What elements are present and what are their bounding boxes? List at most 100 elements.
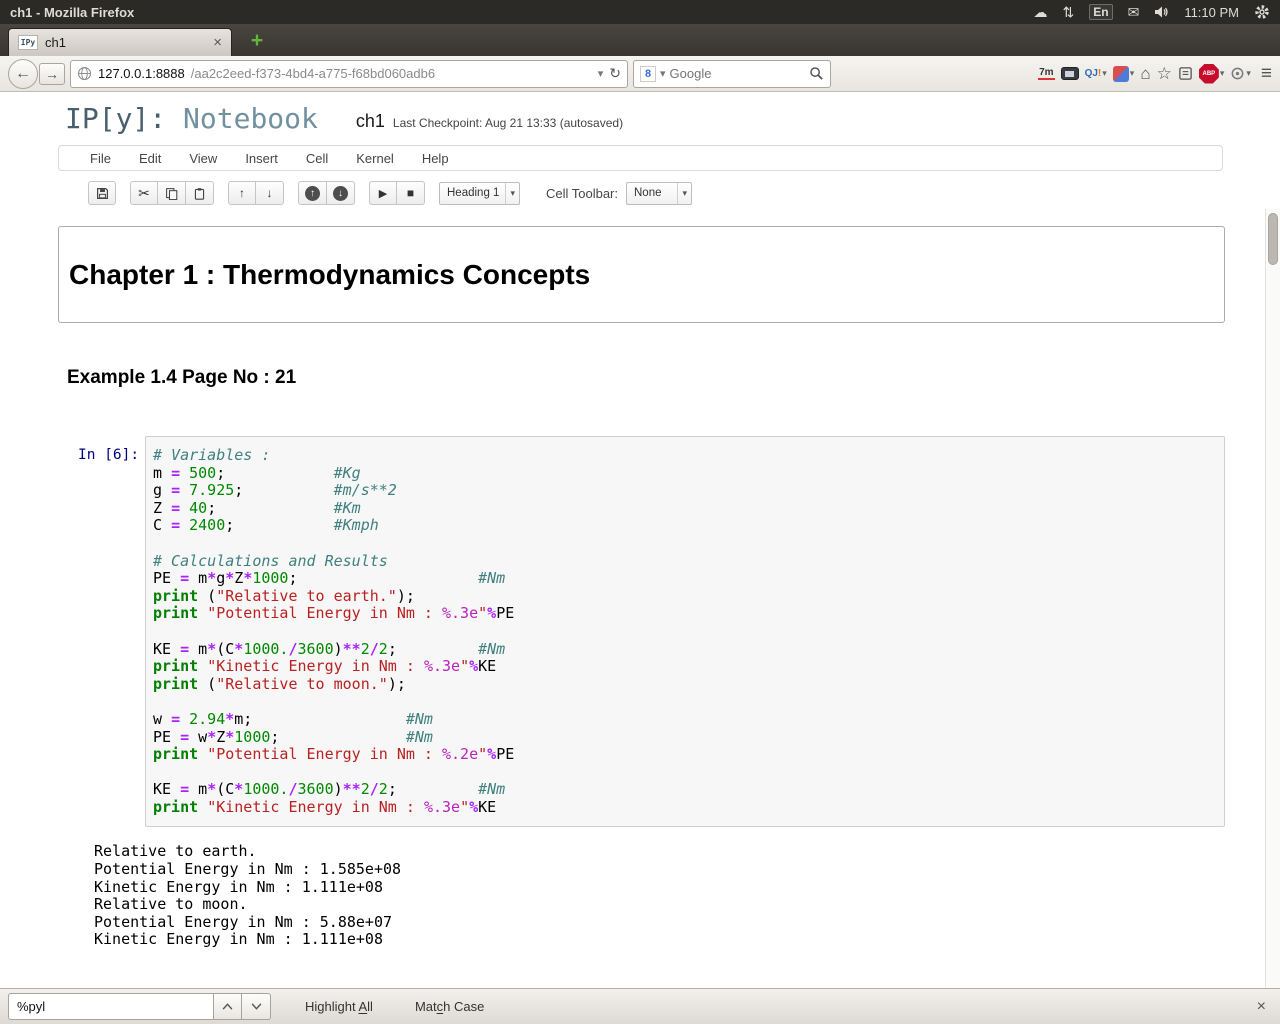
addon-qj-button[interactable]: QJ! ▾ xyxy=(1085,68,1107,79)
notebook-header: IP[y]: Notebook ch1 Last Checkpoint: Aug… xyxy=(0,93,1280,141)
keyboard-layout-indicator[interactable]: En xyxy=(1089,4,1113,20)
circle-arrow-up-icon: ↑ xyxy=(305,185,320,201)
cell-type-select[interactable]: Heading 1 ▾ xyxy=(439,181,520,205)
output-line: Relative to earth. xyxy=(94,842,257,861)
code-line: print ("Relative to moon."); xyxy=(153,674,406,693)
save-button[interactable] xyxy=(88,181,116,205)
home-button[interactable]: ⌂ xyxy=(1140,64,1150,84)
notebook-toolbar: ✂ ↑ ↓ ↑ ↓ ▶ ■ Heading 1 ▾ Cell Toolbar: … xyxy=(0,173,1280,213)
interrupt-kernel-button[interactable]: ■ xyxy=(397,181,425,205)
find-input[interactable] xyxy=(8,993,213,1020)
menu-view[interactable]: View xyxy=(176,147,230,170)
find-previous-button[interactable] xyxy=(213,993,242,1020)
copy-icon xyxy=(166,187,178,200)
chevron-down-icon xyxy=(251,1003,261,1010)
example-heading[interactable]: Example 1.4 Page No : 21 xyxy=(67,367,1280,389)
chapter-heading: Chapter 1 : Thermodynamics Concepts xyxy=(69,258,591,290)
star-icon: ☆ xyxy=(1156,63,1172,83)
ipython-favicon: IPy xyxy=(18,35,38,50)
output-area: Relative to earth. Potential Energy in Nm… xyxy=(94,843,1225,949)
notebook-title[interactable]: ch1 xyxy=(356,111,385,132)
code-line: PE = m*g*Z*1000; #Nm xyxy=(153,569,506,588)
addon-misc-button[interactable]: ▾ xyxy=(1112,65,1135,82)
code-editor[interactable]: # Variables :m = 500; #Kg g = 7.925; #m/s… xyxy=(145,436,1225,828)
code-line: print "Potential Energy in Nm : %.2e"%PE xyxy=(153,745,515,764)
code-line: PE = w*Z*1000; #Nm xyxy=(153,727,433,746)
code-cell[interactable]: In [6]: # Variables :m = 500; #Kg g = 7.9… xyxy=(58,436,1225,828)
code-line: Z = 40; #Km xyxy=(153,498,361,517)
adblock-dropdown-icon[interactable]: ▾ xyxy=(1220,68,1225,79)
match-case-button[interactable]: Match Case xyxy=(407,994,492,1019)
window-title: ch1 - Mozilla Firefox xyxy=(10,4,135,20)
addon-7m-button[interactable]: 7m xyxy=(1038,67,1055,80)
bookmarks-menu-button[interactable] xyxy=(1178,66,1193,81)
scrollbar-thumb[interactable] xyxy=(1268,213,1278,265)
move-cell-down-button[interactable]: ↓ xyxy=(256,181,284,205)
cell-toolbar-dropdown-icon: ▾ xyxy=(677,182,687,204)
find-bar: Highlight All Match Case × xyxy=(0,988,1280,1024)
addon-extra-button[interactable]: ▾ xyxy=(1230,66,1251,81)
addon-extra-icon xyxy=(1231,67,1244,80)
run-cell-button[interactable]: ▶ xyxy=(369,181,397,205)
insert-cell-above-button[interactable]: ↑ xyxy=(298,181,327,205)
code-line: g = 7.925; #m/s**2 xyxy=(153,481,397,500)
menu-file[interactable]: File xyxy=(77,147,124,170)
input-prompt: In [6]: xyxy=(78,447,140,463)
system-tray: ☁ ⇅ En ✉ 11:10 PM xyxy=(1034,4,1271,20)
code-line: print ("Relative to earth."); xyxy=(153,586,415,605)
browser-tab-ch1[interactable]: IPy ch1 × xyxy=(8,28,232,56)
copy-cell-button[interactable] xyxy=(158,181,186,205)
menu-help[interactable]: Help xyxy=(409,147,462,170)
google-engine-icon: 8 xyxy=(640,65,656,82)
heading-cell-selected[interactable]: Chapter 1 : Thermodynamics Concepts xyxy=(58,226,1225,323)
mail-icon[interactable]: ✉ xyxy=(1128,5,1140,19)
search-input[interactable] xyxy=(669,66,805,81)
move-cell-up-button[interactable]: ↑ xyxy=(228,181,256,205)
arrow-down-icon: ↓ xyxy=(266,186,273,200)
search-magnifier-icon[interactable] xyxy=(809,66,824,81)
addon-youtube-button[interactable] xyxy=(1060,67,1079,80)
network-updown-icon[interactable]: ⇅ xyxy=(1063,5,1075,19)
insert-cell-below-button[interactable]: ↓ xyxy=(327,181,355,205)
cut-cell-button[interactable]: ✂ xyxy=(130,181,158,205)
paste-cell-button[interactable] xyxy=(186,181,214,205)
reload-icon[interactable]: ↻ xyxy=(609,65,621,82)
code-line: # Calculations and Results xyxy=(153,551,388,570)
menu-kernel[interactable]: Kernel xyxy=(343,147,407,170)
ipython-logo[interactable]: IP[y]: Notebook xyxy=(65,102,318,135)
clock[interactable]: 11:10 PM xyxy=(1184,5,1239,20)
output-line: Kinetic Energy in Nm : 1.111e+08 xyxy=(94,930,383,949)
adblock-plus-button[interactable]: ABP ▾ xyxy=(1198,63,1225,84)
menu-cell[interactable]: Cell xyxy=(293,147,341,170)
addon-qj-dropdown-icon[interactable]: ▾ xyxy=(1102,68,1107,79)
search-bar[interactable]: 8 ▾ xyxy=(633,59,831,88)
output-line: Potential Energy in Nm : 5.88e+07 xyxy=(94,912,393,931)
code-line: m = 500; #Kg xyxy=(153,463,361,482)
output-line: Potential Energy in Nm : 1.585e+08 xyxy=(94,860,402,879)
cloud-sync-icon[interactable]: ☁ xyxy=(1034,5,1048,19)
tab-close-icon[interactable]: × xyxy=(213,35,222,50)
menu-edit[interactable]: Edit xyxy=(126,147,174,170)
session-gear-icon[interactable] xyxy=(1254,4,1270,20)
addon-extra-dropdown-icon[interactable]: ▾ xyxy=(1246,68,1251,79)
addon-misc-dropdown-icon[interactable]: ▾ xyxy=(1130,68,1135,79)
page-scrollbar[interactable] xyxy=(1265,209,1280,988)
back-button[interactable]: ← xyxy=(8,58,38,89)
url-bar[interactable]: 127.0.0.1:8888/aa2c2eed-f373-4bd4-a775-f… xyxy=(70,59,628,88)
highlight-all-button[interactable]: Highlight All xyxy=(297,994,381,1019)
search-engine-dropdown-icon[interactable]: ▾ xyxy=(660,67,666,80)
bookmark-star-button[interactable]: ☆ xyxy=(1157,64,1172,84)
find-close-icon[interactable]: × xyxy=(1251,998,1272,1016)
menu-insert[interactable]: Insert xyxy=(232,147,291,170)
url-dropdown-icon[interactable]: ▾ xyxy=(598,67,604,80)
tab-title: ch1 xyxy=(45,35,66,50)
system-bar: ch1 - Mozilla Firefox ☁ ⇅ En ✉ 11:10 PM xyxy=(0,0,1280,24)
menu-button[interactable]: ≡ xyxy=(1261,63,1272,85)
new-tab-button[interactable]: + xyxy=(242,29,272,53)
volume-icon[interactable] xyxy=(1154,5,1169,19)
forward-button[interactable]: → xyxy=(39,62,65,85)
cell-toolbar-select[interactable]: None ▾ xyxy=(626,181,692,205)
find-next-button[interactable] xyxy=(242,993,271,1020)
